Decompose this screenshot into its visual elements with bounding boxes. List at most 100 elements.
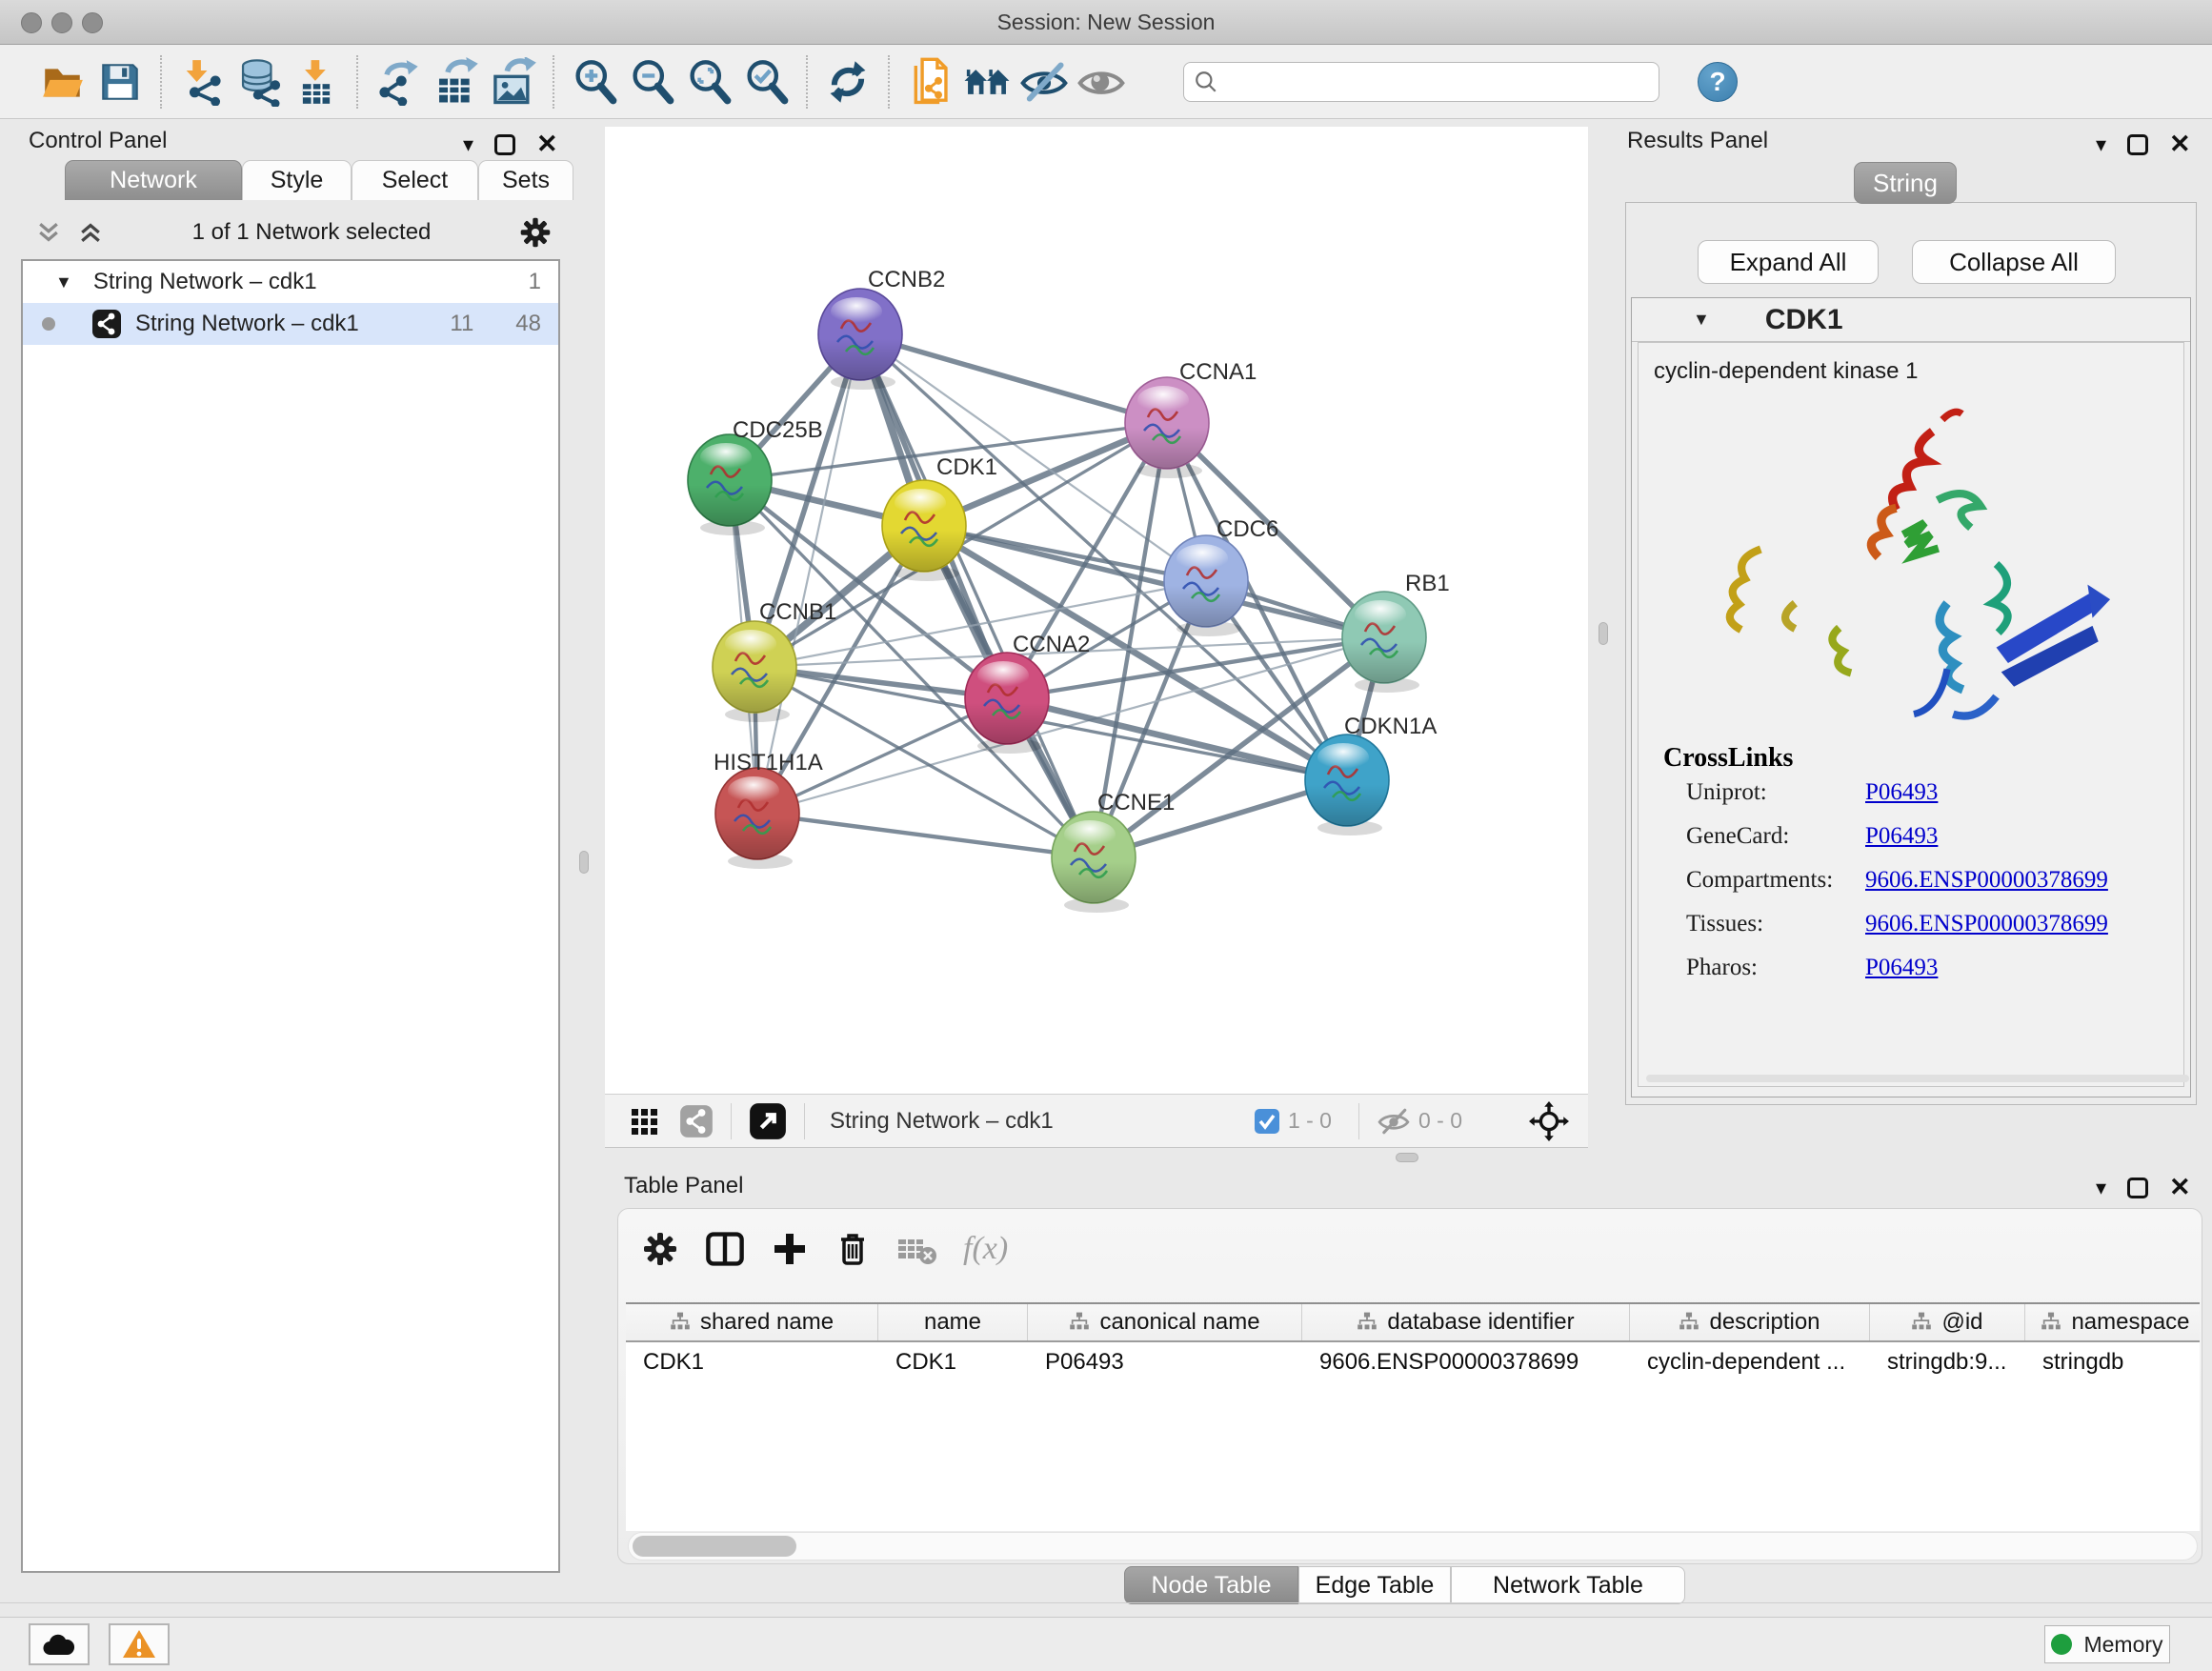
network-node-CCNA1[interactable]: CCNA1 <box>1125 359 1257 478</box>
delete-column-icon[interactable] <box>834 1230 872 1268</box>
hide-selected-button[interactable] <box>1016 50 1073 113</box>
grid-view-icon[interactable] <box>630 1107 658 1136</box>
network-edge-CCNB2-CCNE1[interactable] <box>860 334 1094 857</box>
panel-float-icon[interactable] <box>2127 1178 2148 1198</box>
function-builder-button[interactable]: f(x) <box>963 1231 1008 1267</box>
network-node-CDC6[interactable]: CDC6 <box>1164 516 1278 636</box>
network-node-CCNB2[interactable]: CCNB2 <box>818 267 945 390</box>
table-row[interactable]: CDK1CDK1P064939606.ENSP00000378699cyclin… <box>626 1342 2200 1382</box>
tab-sets[interactable]: Sets <box>478 160 573 200</box>
table-cell[interactable]: stringdb:9... <box>1870 1349 2025 1376</box>
cloud-button[interactable] <box>29 1623 90 1665</box>
network-collection-row[interactable]: ▼ String Network – cdk1 1 <box>23 261 558 303</box>
zoom-out-button[interactable] <box>623 50 680 113</box>
collapse-all-icon[interactable] <box>34 218 63 247</box>
add-column-icon[interactable] <box>771 1230 809 1268</box>
crosslink-link[interactable]: 9606.ENSP00000378699 <box>1865 867 2108 894</box>
select-columns-icon[interactable] <box>704 1228 746 1270</box>
crosslink-link[interactable]: P06493 <box>1865 823 1938 850</box>
column-header-databaseidentifier[interactable]: database identifier <box>1302 1304 1630 1340</box>
table-cell[interactable]: CDK1 <box>878 1349 1028 1376</box>
panel-float-icon[interactable] <box>2127 134 2148 155</box>
zoom-selected-button[interactable] <box>737 50 794 113</box>
results-hscrollbar[interactable] <box>1646 1075 2189 1082</box>
close-window-icon[interactable] <box>21 12 42 33</box>
network-node-RB1[interactable]: RB1 <box>1342 571 1450 693</box>
table-hscrollbar-thumb[interactable] <box>633 1536 796 1557</box>
column-header-id[interactable]: @id <box>1870 1304 2025 1340</box>
panel-close-icon[interactable]: ✕ <box>2169 130 2191 159</box>
crosslink-link[interactable]: 9606.ENSP00000378699 <box>1865 911 2108 937</box>
open-session-button[interactable] <box>34 50 91 113</box>
panel-menu-icon[interactable]: ▾ <box>463 132 473 157</box>
warnings-button[interactable] <box>109 1623 170 1665</box>
tab-select[interactable]: Select <box>352 160 478 200</box>
network-edge-RB1-HIST1H1A[interactable] <box>757 637 1384 814</box>
import-network-file-button[interactable] <box>173 50 231 113</box>
refresh-view-button[interactable] <box>819 50 876 113</box>
expand-all-button[interactable]: Expand All <box>1698 240 1879 284</box>
gene-section-header[interactable]: ▼ CDK1 <box>1632 298 2190 342</box>
table-cell[interactable]: 9606.ENSP00000378699 <box>1302 1349 1630 1376</box>
network-graph[interactable]: CCNB2CCNA1CDC25BCDK1CDC6RB1CCNB1CCNA2CDK… <box>605 127 1588 1094</box>
hidden-eye-icon[interactable] <box>1377 1104 1411 1138</box>
panel-close-icon[interactable]: ✕ <box>2169 1173 2191 1202</box>
gear-icon[interactable] <box>518 215 553 250</box>
minimize-window-icon[interactable] <box>51 12 72 33</box>
network-edge-CCNB2-HIST1H1A[interactable] <box>757 334 860 814</box>
table-cell[interactable]: P06493 <box>1028 1349 1302 1376</box>
memory-button[interactable]: Memory <box>2044 1625 2170 1663</box>
panel-close-icon[interactable]: ✕ <box>536 130 558 159</box>
tab-network[interactable]: Network <box>65 160 242 200</box>
column-header-namespace[interactable]: namespace <box>2025 1304 2200 1340</box>
panel-menu-icon[interactable]: ▾ <box>2096 132 2106 157</box>
table-cell[interactable]: cyclin-dependent ... <box>1630 1349 1870 1376</box>
tree-expand-icon[interactable]: ▼ <box>55 272 72 292</box>
column-header-canonicalname[interactable]: canonical name <box>1028 1304 1302 1340</box>
network-row[interactable]: String Network – cdk1 11 48 <box>23 303 558 345</box>
birdseye-view-icon[interactable] <box>749 1102 787 1140</box>
tab-string[interactable]: String <box>1854 162 1957 204</box>
crosslink-link[interactable]: P06493 <box>1865 955 1938 981</box>
expand-all-icon[interactable] <box>76 218 105 247</box>
network-share-icon-gray[interactable] <box>679 1104 714 1138</box>
column-header-name[interactable]: name <box>878 1304 1028 1340</box>
help-button[interactable]: ? <box>1698 62 1738 102</box>
delete-table-icon[interactable] <box>896 1228 938 1270</box>
network-edge-HIST1H1A-CCNE1[interactable] <box>757 814 1094 857</box>
column-header-sharedname[interactable]: shared name <box>626 1304 878 1340</box>
maximize-window-icon[interactable] <box>82 12 103 33</box>
network-edge-CCNB2-CCNA1[interactable] <box>860 334 1167 423</box>
section-expand-icon[interactable]: ▼ <box>1693 310 1710 330</box>
save-session-button[interactable] <box>91 50 149 113</box>
gear-icon[interactable] <box>641 1230 679 1268</box>
selected-checkbox-icon[interactable] <box>1254 1108 1280 1135</box>
tab-node-table[interactable]: Node Table <box>1124 1566 1298 1604</box>
export-network-button[interactable] <box>370 50 427 113</box>
export-image-button[interactable] <box>484 50 541 113</box>
import-network-database-button[interactable] <box>231 50 288 113</box>
column-header-description[interactable]: description <box>1630 1304 1870 1340</box>
table-cell[interactable]: CDK1 <box>626 1349 878 1376</box>
left-splitter[interactable] <box>564 119 605 1148</box>
table-cell[interactable]: stringdb <box>2025 1349 2200 1376</box>
network-node-HIST1H1A[interactable]: HIST1H1A <box>714 750 823 869</box>
search-input[interactable] <box>1218 65 1649 99</box>
fit-selected-crosshair-icon[interactable] <box>1529 1101 1569 1141</box>
tab-network-table[interactable]: Network Table <box>1451 1566 1685 1604</box>
network-canvas[interactable]: CCNB2CCNA1CDC25BCDK1CDC6RB1CCNB1CCNA2CDK… <box>605 127 1588 1094</box>
show-eye-button[interactable] <box>1073 50 1130 113</box>
zoom-in-button[interactable] <box>566 50 623 113</box>
panel-menu-icon[interactable]: ▾ <box>2096 1176 2106 1200</box>
export-table-button[interactable] <box>427 50 484 113</box>
network-document-button[interactable] <box>901 50 958 113</box>
crosslink-link[interactable]: P06493 <box>1865 779 1938 806</box>
bottom-splitter[interactable] <box>605 1148 2212 1167</box>
import-table-file-button[interactable] <box>288 50 345 113</box>
collapse-all-button[interactable]: Collapse All <box>1912 240 2116 284</box>
houses-button[interactable] <box>958 50 1016 113</box>
table-hscrollbar[interactable] <box>628 1532 2198 1560</box>
right-splitter[interactable] <box>1588 119 1629 1148</box>
panel-float-icon[interactable] <box>494 134 515 155</box>
zoom-fit-button[interactable] <box>680 50 737 113</box>
